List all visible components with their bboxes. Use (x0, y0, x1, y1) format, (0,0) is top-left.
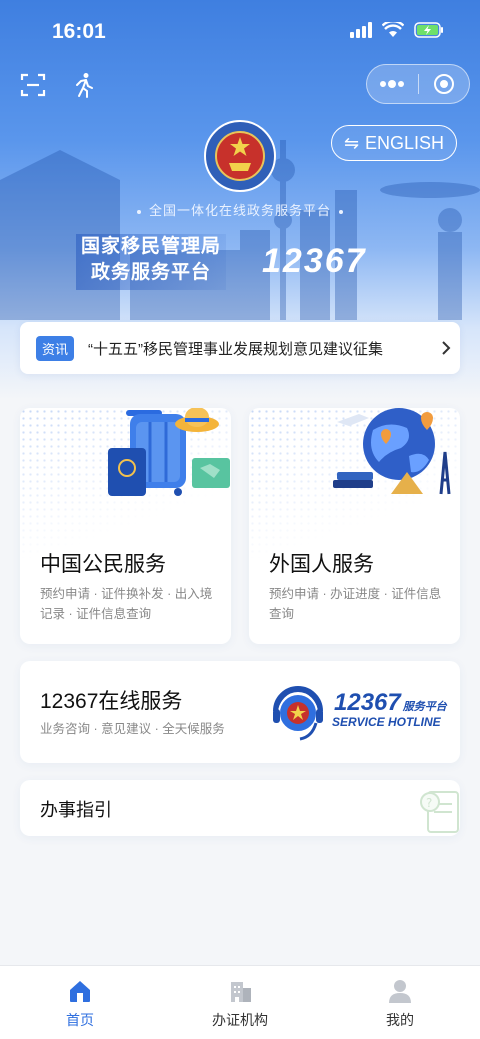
more-dots-icon (380, 80, 405, 88)
status-time: 16:01 (52, 20, 106, 43)
tab-home[interactable]: 首页 (0, 966, 160, 1039)
user-icon (389, 980, 411, 1003)
hotline-number: 12367 (262, 242, 367, 280)
globe-travel-icon (333, 408, 451, 495)
tab-label: 我的 (386, 1012, 414, 1028)
news-banner[interactable]: 资讯 “十五五”移民管理事业发展规划意见建议征集 (20, 322, 460, 374)
dot-decoration (136, 209, 141, 214)
platform-subtitle: 全国一体化在线政务服务平台 (0, 200, 480, 219)
signal-icon (350, 22, 372, 38)
card-title: 办事指引 (40, 800, 112, 820)
news-headline: “十五五”移民管理事业发展规划意见建议征集 (88, 340, 384, 358)
status-icons (350, 22, 444, 38)
english-language-button[interactable]: ⇋ ENGLISH (331, 125, 457, 161)
tab-label: 办证机构 (212, 1012, 268, 1028)
news-tag: 资讯 (36, 335, 75, 361)
card-description: 预约申请 · 证件换补发 · 出入境记录 · 证件信息查询 (40, 587, 213, 621)
target-circle-icon (433, 74, 454, 94)
card-description: 业务咨询 · 意见建议 · 全天候服务 (40, 722, 225, 736)
card-description: 预约申请 · 办证进度 · 证件信息查询 (269, 587, 442, 621)
scan-icon[interactable] (20, 72, 46, 98)
immigration-emblem-logo (204, 120, 276, 192)
close-miniprogram-button[interactable] (418, 65, 469, 103)
luggage-passport-icon (108, 408, 230, 496)
wifi-icon (382, 22, 404, 37)
document-question-icon: ? (420, 791, 459, 833)
tab-offices[interactable]: 办证机构 (160, 966, 320, 1039)
status-bar: 16:01 (0, 0, 480, 64)
hotline-logo-suffix: 服务平台 (402, 701, 447, 713)
battery-charging-icon (414, 22, 443, 38)
online-service-card[interactable]: 12367在线服务 业务咨询 · 意见建议 · 全天候服务 12367 服务平台 … (20, 661, 460, 763)
foreigner-service-card[interactable]: 外国人服务 预约申请 · 办证进度 · 证件信息查询 (249, 408, 460, 644)
page-title-line2: 政务服务平台 (90, 262, 211, 283)
hotline-headset-logo-icon (273, 686, 323, 741)
dot-decoration (339, 209, 343, 214)
bottom-tab-bar: 首页 办证机构 我的 (0, 965, 480, 1039)
home-icon (70, 981, 90, 1002)
chevron-right-icon (432, 340, 460, 356)
card-title: 中国公民服务 (40, 553, 166, 576)
service-guide-card[interactable]: 办事指引 ? (20, 780, 460, 836)
nav-left-actions (20, 72, 96, 98)
card-title: 12367在线服务 (40, 690, 183, 713)
hotline-logo-subtitle: SERVICE HOTLINE (332, 715, 441, 729)
card-title: 外国人服务 (269, 553, 374, 576)
page-title-block: 国家移民管理局 政务服务平台 (76, 234, 226, 290)
building-icon (231, 982, 251, 1002)
svg-text:?: ? (426, 796, 432, 810)
language-label: ENGLISH (365, 132, 445, 153)
miniprogram-capsule (366, 64, 470, 104)
platform-subtitle-text: 全国一体化在线政务服务平台 (148, 203, 331, 218)
tab-label: 首页 (66, 1012, 94, 1028)
chinese-citizen-service-card[interactable]: 中国公民服务 预约申请 · 证件换补发 · 出入境记录 · 证件信息查询 (20, 408, 231, 644)
tab-mine[interactable]: 我的 (320, 966, 480, 1039)
swap-arrows-icon: ⇋ (343, 132, 360, 153)
hotline-logo-text: 12367 服务平台 (334, 689, 447, 717)
accessibility-walk-icon[interactable] (72, 72, 96, 98)
hotline-logo-number: 12367 (334, 689, 401, 716)
more-button[interactable] (367, 65, 418, 103)
page-title-line1: 国家移民管理局 (80, 236, 221, 257)
